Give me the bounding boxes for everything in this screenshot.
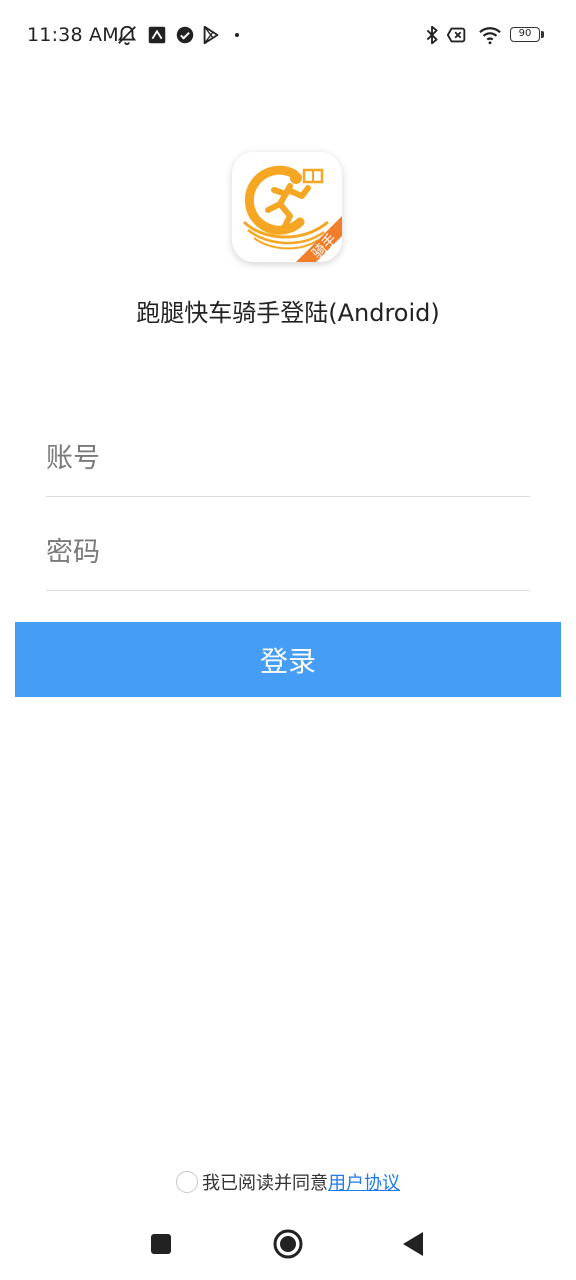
status-dot <box>235 33 239 37</box>
agreement-checkbox[interactable] <box>176 1171 198 1193</box>
password-input[interactable] <box>46 514 530 590</box>
recents-icon[interactable] <box>144 1227 178 1261</box>
account-field-container <box>46 420 530 497</box>
back-icon[interactable] <box>396 1227 430 1261</box>
user-agreement-link[interactable]: 用户协议 <box>328 1169 400 1195</box>
agreement-row: 我已阅读并同意 用户协议 <box>0 1168 576 1196</box>
password-field-container <box>46 514 530 591</box>
wifi-icon <box>477 24 503 46</box>
app-logo: 骑手 <box>232 152 342 262</box>
status-bar: 11:38 AM 90 <box>0 0 576 70</box>
navigation-bar <box>0 1215 576 1275</box>
status-time: 11:38 AM <box>27 24 119 46</box>
nfc-icon <box>146 24 168 46</box>
battery-icon: 90 <box>510 27 540 42</box>
battery-cap <box>541 31 544 38</box>
play-store-icon <box>200 24 222 46</box>
agreement-text: 我已阅读并同意 <box>202 1173 328 1194</box>
no-sim-icon <box>446 24 468 46</box>
check-circle-icon <box>174 24 196 46</box>
bluetooth-icon <box>421 24 443 46</box>
app-title: 跑腿快车骑手登陆(Android) <box>136 299 440 327</box>
muted-alarm-icon <box>116 24 138 46</box>
account-input[interactable] <box>46 420 530 496</box>
home-icon[interactable] <box>271 1227 305 1261</box>
login-button[interactable]: 登录 <box>15 622 561 697</box>
login-screen: 11:38 AM 90 骑手 跑腿快车骑手登陆(Android) 账号 登录 我… <box>0 0 576 1280</box>
